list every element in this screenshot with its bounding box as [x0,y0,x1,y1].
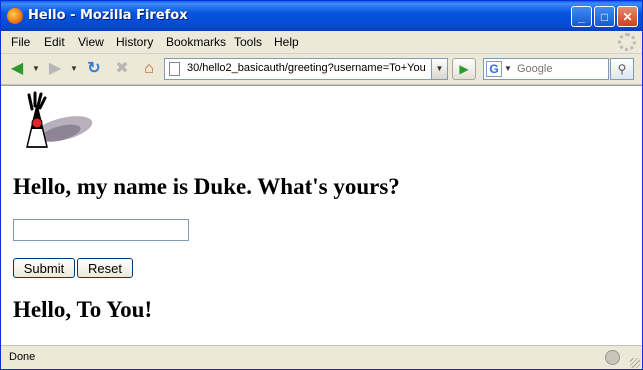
go-button[interactable]: ▶ [452,58,476,80]
search-button-icon[interactable]: ⚲ [610,58,634,80]
stop-icon[interactable]: ✖ [111,58,133,80]
firefox-logo-icon [7,8,23,24]
page-icon [169,62,180,76]
page-content: Hello, my name is Duke. What's yours? Su… [1,85,642,345]
status-bar: Done [1,345,642,369]
menu-history[interactable]: History [116,35,153,49]
menu-file[interactable]: File [11,35,30,49]
throbber-icon [618,33,636,51]
no-security-icon [605,350,620,365]
submit-button[interactable]: Submit [13,258,75,278]
username-input[interactable] [13,219,189,241]
duke-mascot-image [26,91,93,148]
menu-bar: File Edit View History Bookmarks Tools H… [1,31,642,54]
url-history-dropdown[interactable]: ▼ [432,58,448,80]
search-input[interactable] [517,59,607,79]
forward-history-dropdown[interactable]: ▼ [69,58,79,80]
menu-help[interactable]: Help [274,35,299,49]
window-title: Hello - Mozilla Firefox [28,8,188,23]
url-bar[interactable]: 30/hello2_basicauth/greeting?username=To… [164,58,432,80]
home-icon[interactable]: ⌂ [138,58,160,80]
search-engine-dropdown[interactable]: ▼ [504,59,512,79]
back-arrow-icon[interactable]: ◀ [7,58,27,80]
back-history-dropdown[interactable]: ▼ [31,58,41,80]
menu-tools[interactable]: Tools [234,35,262,49]
reload-icon[interactable]: ↻ [83,58,105,80]
menu-bookmarks[interactable]: Bookmarks [166,35,226,49]
resize-grip[interactable] [630,358,640,368]
status-text: Done [9,351,36,363]
title-bar[interactable]: Hello - Mozilla Firefox _ □ ✕ [1,1,642,31]
url-text[interactable]: 30/hello2_basicauth/greeting?username=To… [187,62,427,74]
close-button[interactable]: ✕ [617,6,638,27]
browser-window: Hello - Mozilla Firefox _ □ ✕ File Edit … [0,0,643,370]
menu-edit[interactable]: Edit [44,35,65,49]
search-box[interactable]: G ▼ [483,58,609,80]
forward-arrow-icon[interactable]: ▶ [45,58,65,80]
maximize-button[interactable]: □ [594,6,615,27]
greeting-heading: Hello, my name is Duke. What's yours? [13,174,400,199]
navigation-toolbar: ◀ ▼ ▶ ▼ ↻ ✖ ⌂ 30/hello2_basicauth/greeti… [1,54,642,85]
reset-button[interactable]: Reset [77,258,133,278]
minimize-button[interactable]: _ [571,6,592,27]
search-engine-icon[interactable]: G [486,61,502,77]
response-heading: Hello, To You! [13,297,153,322]
menu-view[interactable]: View [78,35,104,49]
